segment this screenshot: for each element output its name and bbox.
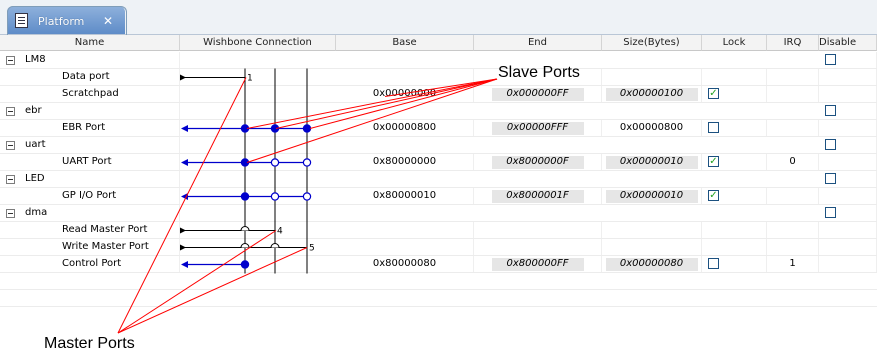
master-ports-label: Master Ports (44, 335, 135, 352)
slave-pointer-line (275, 78, 498, 129)
master-pointer-line (117, 247, 308, 334)
slave-pointer-line (309, 78, 498, 129)
master-pointer-line (117, 77, 247, 334)
annotation-overlay (117, 77, 498, 334)
master-pointer-line (117, 230, 277, 334)
slave-ports-label: Slave Ports (498, 64, 580, 81)
